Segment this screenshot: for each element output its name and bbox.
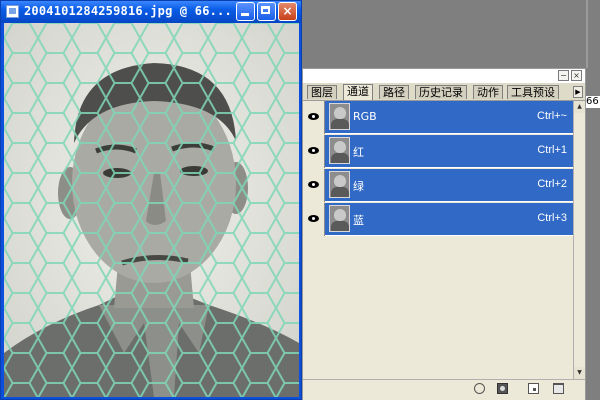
scroll-down-icon[interactable]: ▼ — [574, 367, 585, 379]
channel-name: 红 — [353, 146, 364, 159]
maximize-icon — [261, 6, 270, 14]
channel-row-red[interactable]: 红 Ctrl+1 — [303, 135, 573, 168]
channel-row-green[interactable]: 绿 Ctrl+2 — [303, 169, 573, 202]
zoom-readout: 66 — [586, 96, 600, 108]
channels-panel[interactable]: − × 图层 通道 路径 历史记录 动作 工具预设 ▶ RGB Ctrl+~ 红… — [302, 68, 586, 400]
visibility-toggle[interactable] — [303, 135, 325, 168]
save-mask-icon[interactable] — [497, 383, 508, 394]
panel-minimize-button[interactable]: − — [558, 70, 569, 81]
eye-icon — [308, 215, 319, 222]
channel-name: RGB — [353, 110, 377, 123]
portrait-photo — [4, 23, 299, 397]
visibility-toggle[interactable] — [303, 169, 325, 202]
tab-layers[interactable]: 图层 — [307, 85, 337, 99]
channel-thumbnail — [329, 103, 350, 130]
panel-titlebar[interactable]: − × — [303, 69, 585, 83]
tab-channels[interactable]: 通道 — [343, 84, 373, 100]
channel-thumbnail — [329, 205, 350, 232]
close-button[interactable]: × — [278, 2, 297, 21]
workspace-divider — [586, 0, 588, 68]
minimize-button[interactable] — [236, 2, 255, 21]
channel-row-rgb[interactable]: RGB Ctrl+~ — [303, 101, 573, 134]
image-canvas[interactable] — [4, 23, 299, 397]
minimize-icon — [241, 13, 249, 16]
channel-thumbnail — [329, 171, 350, 198]
panel-menu-arrow-icon[interactable]: ▶ — [573, 86, 583, 98]
channel-item[interactable]: 红 Ctrl+1 — [325, 135, 573, 167]
delete-channel-icon[interactable] — [553, 383, 564, 394]
channel-shortcut: Ctrl+3 — [537, 212, 567, 224]
channel-item[interactable]: RGB Ctrl+~ — [325, 101, 573, 133]
tab-history[interactable]: 历史记录 — [415, 85, 467, 99]
tab-actions[interactable]: 动作 — [473, 85, 503, 99]
eye-icon — [308, 181, 319, 188]
channel-shortcut: Ctrl+2 — [537, 178, 567, 190]
image-window-titlebar[interactable]: 2004101284259816.jpg @ 66... × — [1, 1, 301, 23]
eye-icon — [308, 113, 319, 120]
visibility-toggle[interactable] — [303, 203, 325, 236]
tab-paths[interactable]: 路径 — [379, 85, 409, 99]
image-window-title: 2004101284259816.jpg @ 66... — [24, 4, 232, 18]
channel-list-scrollbar[interactable]: ▲ ▼ — [573, 101, 585, 379]
channel-shortcut: Ctrl+1 — [537, 144, 567, 156]
panel-tabs: 图层 通道 路径 历史记录 动作 工具预设 ▶ — [303, 83, 585, 101]
channel-name: 绿 — [353, 180, 364, 193]
channel-item[interactable]: 蓝 Ctrl+3 — [325, 203, 573, 235]
channel-shortcut: Ctrl+~ — [537, 110, 567, 122]
visibility-toggle[interactable] — [303, 101, 325, 134]
new-channel-icon[interactable] — [528, 383, 539, 394]
channel-name: 蓝 — [353, 214, 364, 227]
document-icon — [6, 5, 19, 18]
panel-footer — [303, 379, 585, 400]
channel-thumbnail — [329, 137, 350, 164]
panel-close-button[interactable]: × — [571, 70, 582, 81]
load-selection-icon[interactable] — [474, 383, 485, 394]
tab-tool-presets[interactable]: 工具预设 — [507, 85, 559, 99]
image-document-window[interactable]: 2004101284259816.jpg @ 66... × — [0, 0, 302, 400]
close-icon: × — [282, 4, 293, 18]
maximize-button[interactable] — [257, 2, 276, 21]
channel-item[interactable]: 绿 Ctrl+2 — [325, 169, 573, 201]
channel-row-blue[interactable]: 蓝 Ctrl+3 — [303, 203, 573, 236]
scroll-up-icon[interactable]: ▲ — [574, 101, 585, 113]
eye-icon — [308, 147, 319, 154]
channel-list: RGB Ctrl+~ 红 Ctrl+1 绿 Ctrl+2 蓝 Ctrl+3 — [303, 101, 573, 381]
